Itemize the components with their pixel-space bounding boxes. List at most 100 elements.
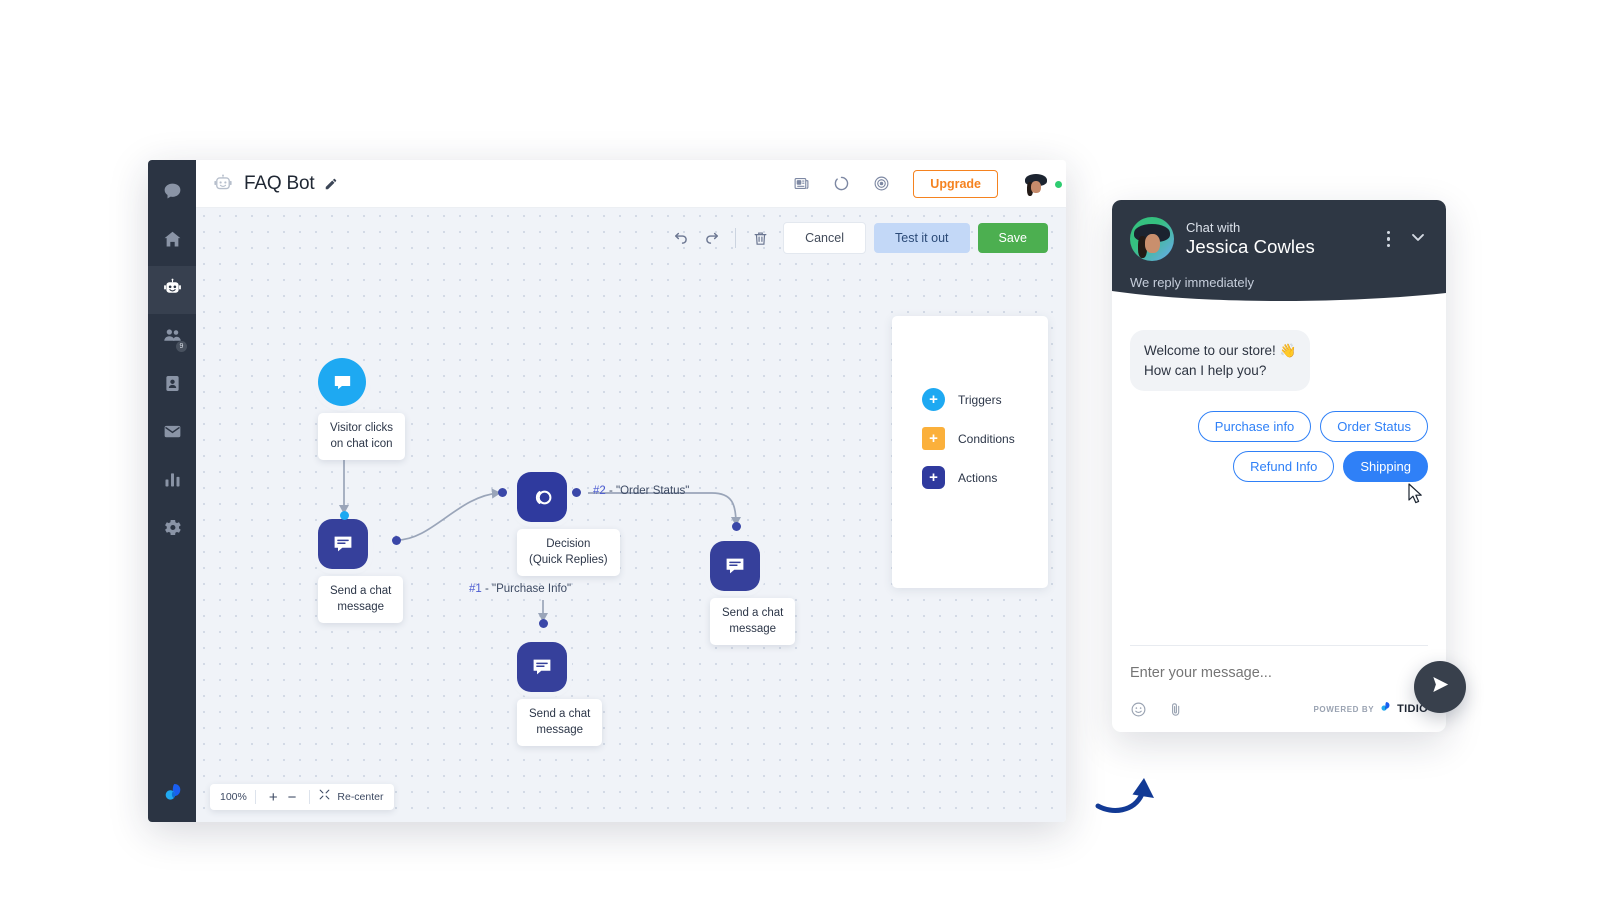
- plus-icon: +: [922, 466, 945, 489]
- cancel-button[interactable]: Cancel: [783, 222, 866, 254]
- decision-node-label[interactable]: Decision (Quick Replies): [517, 529, 620, 576]
- chevron-down-icon[interactable]: [1408, 227, 1428, 252]
- flow-canvas[interactable]: Cancel Test it out Save: [196, 208, 1066, 822]
- chat-bubble-icon: [162, 181, 183, 207]
- port-trigger-out[interactable]: [340, 511, 349, 520]
- quick-reply-order-status[interactable]: Order Status: [1320, 411, 1428, 442]
- port-message-2-in[interactable]: [539, 619, 548, 628]
- news-icon[interactable]: [793, 175, 810, 192]
- message-2-label[interactable]: Send a chat message: [517, 699, 602, 746]
- port-message-3-in[interactable]: [732, 522, 741, 531]
- port-message-1-out[interactable]: [392, 536, 401, 545]
- action-node-icon[interactable]: [318, 519, 368, 569]
- paperclip-icon[interactable]: [1167, 701, 1184, 718]
- header-curve-decoration: [1112, 291, 1446, 305]
- status-badge: [1055, 181, 1062, 188]
- pencil-icon[interactable]: [324, 177, 338, 191]
- kebab-menu-icon[interactable]: [1385, 229, 1393, 250]
- edge-1-number: #1: [469, 583, 482, 595]
- palette-item-triggers[interactable]: + Triggers: [922, 388, 1048, 411]
- sidebar-item-settings[interactable]: [148, 506, 196, 554]
- bar-chart-icon: [162, 469, 183, 495]
- mail-icon: [162, 421, 183, 447]
- avatar[interactable]: [1022, 170, 1050, 198]
- home-icon: [162, 229, 183, 255]
- flow-node-message-1[interactable]: Send a chat message: [318, 519, 403, 623]
- chat-header-actions: [1385, 227, 1429, 252]
- broadcast-icon[interactable]: [873, 175, 890, 192]
- sidebar-item-home[interactable]: [148, 218, 196, 266]
- message-3-line2: message: [722, 622, 783, 638]
- action-node-icon[interactable]: [710, 541, 760, 591]
- message-input[interactable]: [1130, 665, 1428, 681]
- visitors-badge: 9: [176, 341, 187, 352]
- mouse-cursor: [1408, 483, 1424, 510]
- emoji-icon[interactable]: [1130, 701, 1147, 718]
- sidebar-item-analytics[interactable]: [148, 458, 196, 506]
- flow-toolbar: Cancel Test it out Save: [666, 222, 1048, 254]
- powered-by-label: POWERED BY: [1313, 705, 1374, 714]
- trash-icon[interactable]: [745, 225, 775, 251]
- robot-icon: [212, 173, 234, 195]
- recenter-label: Re-center: [337, 791, 383, 803]
- message-1-line1: Send a chat: [330, 584, 391, 600]
- action-node-icon[interactable]: [517, 642, 567, 692]
- zoom-divider-2: [309, 790, 310, 804]
- quick-reply-purchase-info[interactable]: Purchase info: [1198, 411, 1312, 442]
- upgrade-button[interactable]: Upgrade: [913, 170, 998, 198]
- sidebar-item-conversations[interactable]: [148, 170, 196, 218]
- zoom-controls: 100% + − Re-center: [210, 784, 394, 810]
- quick-reply-shipping[interactable]: Shipping: [1343, 451, 1428, 482]
- decision-line2: (Quick Replies): [529, 553, 608, 569]
- sidebar-item-chatbots[interactable]: [148, 266, 196, 314]
- trigger-node-icon[interactable]: [318, 358, 366, 406]
- edge-2-text: - "Order Status": [606, 485, 690, 497]
- zoom-out-button[interactable]: −: [283, 790, 302, 805]
- bot-message-line2: How can I help you?: [1144, 361, 1296, 381]
- left-sidebar: 9: [148, 160, 196, 822]
- edge-2-number: #2: [593, 485, 606, 497]
- palette-item-conditions[interactable]: + Conditions: [922, 427, 1048, 450]
- sidebar-item-contacts[interactable]: [148, 362, 196, 410]
- redo-icon[interactable]: [696, 225, 726, 251]
- agent-avatar: [1130, 217, 1174, 261]
- flow-node-trigger[interactable]: Visitor clicks on chat icon: [318, 358, 405, 460]
- recenter-button[interactable]: Re-center: [318, 788, 383, 806]
- flow-node-message-3[interactable]: Send a chat message: [710, 541, 795, 645]
- zoom-in-button[interactable]: +: [264, 790, 283, 805]
- palette-item-actions[interactable]: + Actions: [922, 466, 1048, 489]
- chat-composer: POWERED BY TIDIO: [1112, 645, 1446, 732]
- sidebar-item-email[interactable]: [148, 410, 196, 458]
- port-decision-out-2[interactable]: [572, 488, 581, 497]
- composer-actions: POWERED BY TIDIO: [1130, 700, 1428, 718]
- quick-reply-refund-info[interactable]: Refund Info: [1233, 451, 1334, 482]
- chat-header-row: Chat with Jessica Cowles: [1130, 217, 1428, 261]
- flow-connectors: [196, 208, 496, 358]
- kebab-dot: [1387, 237, 1391, 241]
- loading-circle-icon[interactable]: [833, 175, 850, 192]
- app-main-column: FAQ Bot: [196, 160, 1066, 822]
- undo-icon[interactable]: [666, 225, 696, 251]
- sidebar-item-visitors[interactable]: 9: [148, 314, 196, 362]
- composer-divider: [1130, 645, 1428, 646]
- decision-node-icon[interactable]: [517, 472, 567, 522]
- palette-conditions-label: Conditions: [958, 432, 1015, 446]
- kebab-dot: [1387, 231, 1391, 235]
- chat-with-label: Chat with: [1186, 220, 1373, 235]
- trigger-node-label[interactable]: Visitor clicks on chat icon: [318, 413, 405, 460]
- tidio-logo-icon[interactable]: [161, 780, 185, 804]
- bot-message-line1: Welcome to our store! 👋: [1144, 341, 1296, 361]
- recenter-icon: [318, 788, 331, 806]
- message-1-label[interactable]: Send a chat message: [318, 576, 403, 623]
- save-button[interactable]: Save: [978, 223, 1049, 253]
- quick-replies: Purchase info Order Status Refund Info S…: [1130, 411, 1428, 482]
- app-topbar: FAQ Bot: [196, 160, 1066, 208]
- chat-widget-header: Chat with Jessica Cowles W: [1112, 200, 1446, 304]
- send-button[interactable]: [1414, 661, 1466, 713]
- test-it-out-button[interactable]: Test it out: [874, 223, 970, 253]
- message-3-label[interactable]: Send a chat message: [710, 598, 795, 645]
- trigger-label-line2: on chat icon: [330, 437, 393, 453]
- port-decision-in[interactable]: [498, 488, 507, 497]
- gear-icon: [162, 517, 183, 543]
- flow-node-message-2[interactable]: Send a chat message: [517, 642, 602, 746]
